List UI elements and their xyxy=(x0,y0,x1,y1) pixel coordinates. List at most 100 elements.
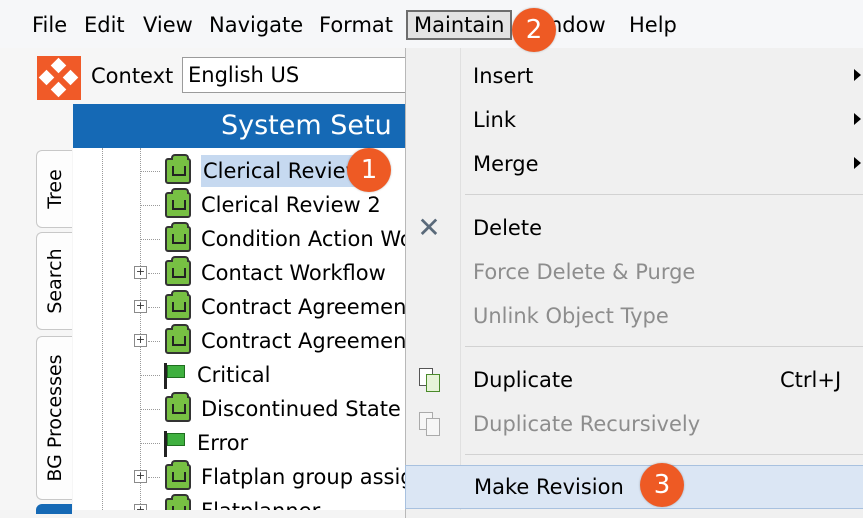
menu-item-insert[interactable]: Insert xyxy=(405,54,863,98)
menu-bar: File Edit View Navigate Format Maintain … xyxy=(0,0,863,49)
workflow-icon xyxy=(165,494,191,510)
flag-icon xyxy=(162,363,186,389)
tree-item[interactable]: Critical xyxy=(73,359,405,391)
tree-item-label: Flatplan group assign xyxy=(201,465,405,489)
tree-item[interactable]: + Flatplan group assign xyxy=(73,460,405,493)
menu-item-label: Duplicate xyxy=(473,368,574,392)
tree-item[interactable]: + Contract Agreements xyxy=(73,324,405,357)
menu-item-force-delete-purge: Force Delete & Purge xyxy=(405,250,863,294)
panel-title: System Setu xyxy=(221,110,392,141)
menu-item-label: Duplicate Recursively xyxy=(473,412,701,436)
menu-item-link[interactable]: Link xyxy=(405,98,863,142)
tree-item-label: Contract Agreements xyxy=(201,329,405,353)
tree-item-label: Error xyxy=(197,431,249,455)
tree-item[interactable]: Condition Action Wor xyxy=(73,222,405,255)
tab-search-label: Search xyxy=(43,248,66,314)
menu-navigate[interactable]: Navigate xyxy=(209,10,303,40)
tree-item[interactable]: Clerical Review 2 xyxy=(73,188,405,221)
tree-connector xyxy=(140,375,160,376)
tab-search[interactable]: Search xyxy=(36,232,72,330)
tree-connector xyxy=(148,273,160,274)
tree-connector xyxy=(140,443,160,444)
expand-icon[interactable]: + xyxy=(134,470,147,483)
menu-item-delete[interactable]: ✕ Delete xyxy=(405,206,863,250)
step-badge-3: 3 xyxy=(640,463,684,507)
duplicate-recursively-icon xyxy=(417,412,441,436)
workflow-icon xyxy=(165,290,191,320)
workflow-icon xyxy=(165,392,191,422)
tree-connector xyxy=(140,205,160,206)
duplicate-icon xyxy=(417,368,441,392)
expand-icon[interactable]: + xyxy=(134,300,147,313)
menu-window[interactable]: ndow xyxy=(549,10,606,40)
flag-icon xyxy=(162,431,186,457)
tree-item-label: Contract Agreements xyxy=(201,295,405,319)
workflow-icon xyxy=(165,324,191,354)
workflow-icon xyxy=(165,256,191,286)
step-badge-1: 1 xyxy=(347,148,391,192)
menu-format[interactable]: Format xyxy=(319,10,393,40)
menu-item-shortcut: Ctrl+J xyxy=(780,368,842,392)
workflow-icon xyxy=(165,460,191,490)
menu-item-label: Insert xyxy=(473,64,534,88)
tab-next[interactable] xyxy=(36,504,72,514)
menu-item-label: Delete xyxy=(473,216,542,240)
menu-item-merge[interactable]: Merge xyxy=(405,142,863,186)
submenu-arrow-icon xyxy=(854,113,861,125)
tree-item-label: Condition Action Wor xyxy=(201,227,405,251)
menu-view[interactable]: View xyxy=(143,10,193,40)
tree-connector xyxy=(148,307,160,308)
tab-bg-processes[interactable]: BG Processes xyxy=(36,336,72,500)
menu-item-label: Make Revision xyxy=(474,475,624,499)
tree-item[interactable]: + Flatplanner xyxy=(73,494,405,510)
menu-item-unlink-object-type: Unlink Object Type xyxy=(405,294,863,338)
delete-icon: ✕ xyxy=(417,211,441,244)
tab-bg-processes-label: BG Processes xyxy=(43,354,66,482)
context-select[interactable]: English US xyxy=(182,57,422,93)
menu-separator xyxy=(465,454,863,455)
expand-icon[interactable]: + xyxy=(134,504,147,510)
menu-item-label: Unlink Object Type xyxy=(473,304,669,328)
tree-item-label: Clerical Review xyxy=(201,155,365,187)
step-badge-2: 2 xyxy=(512,8,556,52)
workflow-icon xyxy=(165,188,191,218)
menu-maintain[interactable]: Maintain xyxy=(406,10,513,40)
tree-connector xyxy=(148,341,160,342)
menu-help[interactable]: Help xyxy=(629,10,677,40)
menu-item-label: Link xyxy=(473,108,517,132)
expand-icon[interactable]: + xyxy=(134,334,147,347)
menu-item-make-revision[interactable]: Make Revision xyxy=(405,465,863,509)
tree-connector xyxy=(148,477,160,478)
tree-item-label: Discontinued State xyxy=(201,397,401,421)
tree-view[interactable]: Clerical Review Clerical Review 2 Conditio… xyxy=(73,148,405,510)
tab-tree[interactable]: Tree xyxy=(36,150,72,228)
expand-icon[interactable]: + xyxy=(134,266,147,279)
tree-connector xyxy=(140,171,160,172)
tree-item-label: Flatplanner xyxy=(201,495,320,510)
tree-item-label: Critical xyxy=(197,363,271,387)
menu-separator xyxy=(465,346,863,347)
tree-item[interactable]: + Contract Agreements xyxy=(73,290,405,323)
menu-item-label: Merge xyxy=(473,152,539,176)
tab-tree-label: Tree xyxy=(43,169,66,209)
workflow-icon xyxy=(165,154,191,184)
tree-item-label: Clerical Review 2 xyxy=(201,193,381,217)
tree-item-label: Contact Workflow xyxy=(201,261,386,285)
menu-item-label: Force Delete & Purge xyxy=(473,260,696,284)
menu-edit[interactable]: Edit xyxy=(84,10,125,40)
tree-connector xyxy=(140,409,160,410)
menu-item-duplicate-recursively: Duplicate Recursively xyxy=(405,402,863,446)
submenu-arrow-icon xyxy=(854,157,861,169)
tree-item[interactable]: Error xyxy=(73,427,405,459)
menu-item-duplicate[interactable]: Duplicate Ctrl+J xyxy=(405,358,863,402)
context-label: Context xyxy=(91,64,174,88)
menu-separator xyxy=(465,194,863,195)
menu-file[interactable]: File xyxy=(32,10,67,40)
submenu-arrow-icon xyxy=(854,69,861,81)
panel-header: System Setu xyxy=(73,104,405,148)
app-logo-icon xyxy=(37,56,81,100)
tree-connector xyxy=(140,239,160,240)
tree-item[interactable]: Discontinued State xyxy=(73,392,405,425)
tree-item[interactable]: + Contact Workflow xyxy=(73,256,405,289)
workflow-icon xyxy=(165,222,191,252)
